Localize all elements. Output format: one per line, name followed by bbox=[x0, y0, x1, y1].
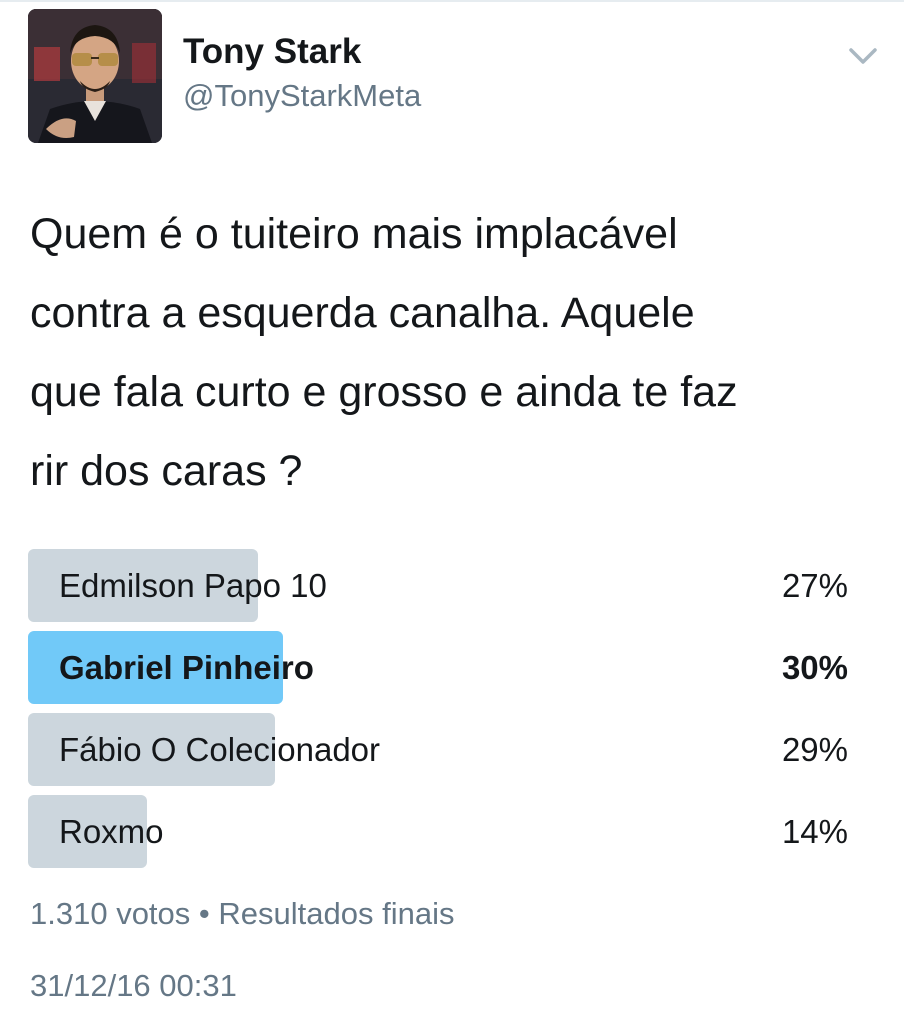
poll-meta: 1.310 votos • Resultados finais bbox=[30, 896, 454, 932]
poll-option-percent: 30% bbox=[781, 649, 848, 686]
poll-option-percent: 14% bbox=[781, 813, 848, 850]
poll-option: Gabriel Pinheiro 30% bbox=[28, 631, 848, 704]
poll-separator: • bbox=[198, 896, 210, 931]
chevron-down-icon[interactable] bbox=[843, 40, 883, 72]
poll-option: Fábio O Colecionador 29% bbox=[28, 713, 848, 786]
poll-option-label: Edmilson Papo 10 bbox=[59, 567, 327, 604]
poll-option-percent: 27% bbox=[781, 567, 848, 604]
poll-option-percent: 29% bbox=[781, 731, 848, 768]
author-name[interactable]: Tony Stark bbox=[183, 32, 361, 72]
tweet-text: Quem é o tuiteiro mais implacável contra… bbox=[30, 210, 738, 495]
author-handle[interactable]: @TonyStarkMeta bbox=[183, 78, 421, 114]
poll-option-label: Roxmo bbox=[59, 813, 164, 850]
top-divider bbox=[0, 0, 904, 2]
poll-option: Roxmo 14% bbox=[28, 795, 848, 868]
avatar[interactable] bbox=[28, 9, 162, 143]
poll-option: Edmilson Papo 10 27% bbox=[28, 549, 848, 622]
poll-status: Resultados finais bbox=[218, 896, 455, 931]
avatar-image bbox=[28, 9, 162, 143]
poll: Edmilson Papo 10 27% Gabriel Pinheiro 30% Fá… bbox=[28, 549, 848, 877]
tweet-timestamp[interactable]: 31/12/16 00:31 bbox=[30, 968, 237, 1004]
poll-option-label: Gabriel Pinheiro bbox=[59, 649, 314, 686]
tweet-card: Tony Stark @TonyStarkMeta Quem é o tuite… bbox=[0, 0, 904, 1024]
poll-option-label: Fábio O Colecionador bbox=[59, 731, 381, 768]
poll-votes: 1.310 votos bbox=[30, 896, 191, 931]
